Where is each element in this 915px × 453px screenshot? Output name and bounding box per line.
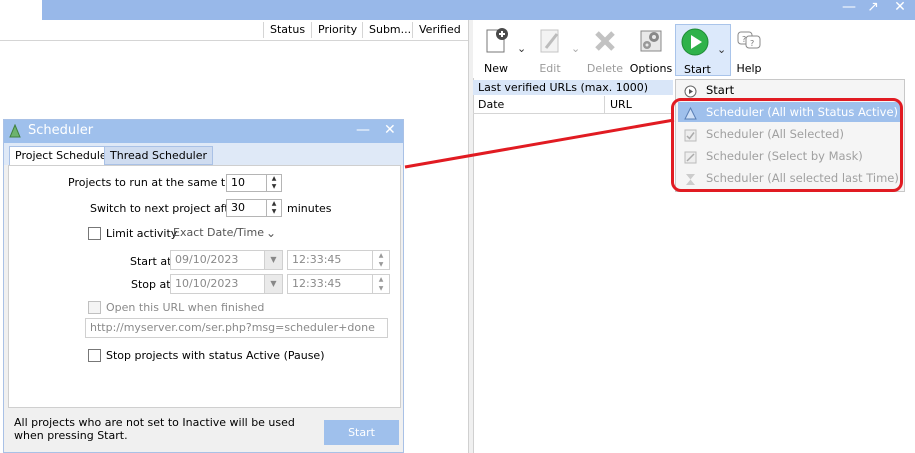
column-priority[interactable]: Priority [311, 22, 362, 38]
new-document-icon [481, 26, 511, 56]
open-url-input[interactable]: http://myserver.com/ser.php?msg=schedule… [85, 318, 388, 338]
menu-item-start[interactable]: Start [678, 80, 900, 100]
projects-same-time-value: 10 [231, 176, 245, 189]
start-play-icon [680, 27, 710, 57]
scheduler-footer-note: All projects who are not set to Inactive… [14, 416, 295, 442]
stop-projects-checkbox[interactable] [88, 349, 101, 362]
start-at-time-value: 12:33:45 [292, 253, 342, 266]
annotation-line [404, 118, 675, 169]
stop-at-date-value: 10/10/2023 [175, 277, 239, 290]
start-button[interactable]: ⌄ Start [675, 24, 731, 76]
projects-same-time-spinner[interactable]: 10 ▲ ▼ [226, 174, 282, 192]
stop-projects-label: Stop projects with status Active (Pause) [106, 349, 325, 362]
scheduler-titlebar[interactable]: Scheduler — ✕ [4, 120, 403, 143]
start-dropdown-icon[interactable]: ⌄ [717, 43, 726, 56]
start-at-date-value: 09/10/2023 [175, 253, 239, 266]
start-at-label: Start at [130, 255, 172, 268]
switch-next-label: Switch to next project after [90, 202, 240, 215]
column-url[interactable]: URL [604, 96, 632, 113]
switch-next-spinner[interactable]: 30 ▲ ▼ [226, 199, 282, 217]
column-submitted[interactable]: Subm... [362, 22, 412, 38]
column-status[interactable]: Status [263, 22, 311, 38]
scheduler-close-icon[interactable]: ✕ [384, 122, 396, 138]
main-titlebar [42, 0, 915, 20]
tab-thread-scheduler[interactable]: Thread Scheduler [104, 146, 214, 165]
chevron-down-icon: ⌄ [266, 226, 277, 240]
scheduler-minimize-icon[interactable]: — [356, 122, 370, 138]
calendar-dropdown-icon[interactable]: ▼ [264, 275, 282, 293]
options-gear-icon [636, 26, 666, 56]
stop-at-label: Stop at [131, 278, 171, 291]
close-icon[interactable]: ✕ [889, 0, 911, 16]
delete-button[interactable]: Delete [583, 24, 627, 76]
edit-button[interactable]: ⌄ Edit [528, 24, 580, 76]
delete-label: Delete [586, 62, 624, 75]
new-label: New [484, 62, 508, 75]
projects-same-time-label: Projects to run at the same time [68, 176, 246, 189]
menu-item-label: Start [706, 83, 735, 97]
edit-dropdown-icon[interactable]: ⌄ [571, 42, 580, 55]
limit-activity-mode-value: Exact Date/Time [173, 226, 264, 239]
scheduler-start-button[interactable]: Start [324, 420, 399, 445]
start-at-time-field[interactable]: 12:33:45 ▲ ▼ [287, 250, 390, 270]
scheduler-app-icon [8, 123, 22, 141]
column-date[interactable]: Date [478, 96, 504, 113]
svg-text:?: ? [742, 35, 746, 44]
stop-at-time-value: 12:33:45 [292, 277, 342, 290]
help-label: Help [736, 62, 762, 75]
options-label: Options [629, 62, 673, 75]
open-url-checkbox[interactable] [88, 301, 101, 314]
help-bubble-icon: ? ? [734, 26, 764, 56]
help-button[interactable]: ? ? Help [727, 24, 771, 76]
calendar-dropdown-icon[interactable]: ▼ [264, 251, 282, 269]
svg-text:?: ? [750, 39, 754, 48]
open-url-value: http://myserver.com/ser.php?msg=schedule… [90, 321, 375, 334]
time-spinner-icon[interactable]: ▲ ▼ [372, 251, 389, 269]
verified-pane-title: Last verified URLs (max. 1000) [473, 80, 673, 95]
limit-activity-mode-select[interactable]: Exact Date/Time ⌄ [170, 223, 283, 243]
open-url-label: Open this URL when finished [106, 301, 265, 314]
edit-icon [535, 26, 565, 56]
minimize-icon[interactable]: — [838, 0, 860, 16]
start-at-date-field[interactable]: 09/10/2023 ▼ [170, 250, 283, 270]
switch-next-value: 30 [231, 201, 245, 214]
scheduler-title: Scheduler [28, 123, 94, 138]
spinner-arrows-icon[interactable]: ▲ ▼ [266, 175, 281, 191]
edit-label: Edit [539, 62, 561, 75]
stop-at-time-field[interactable]: 12:33:45 ▲ ▼ [287, 274, 390, 294]
new-button[interactable]: ⌄ New [474, 24, 526, 76]
annotation-highlight-box [671, 98, 903, 192]
limit-activity-checkbox[interactable] [88, 227, 101, 240]
delete-x-icon [590, 26, 620, 56]
switch-next-unit: minutes [287, 202, 332, 215]
tab-project-scheduler[interactable]: Project Scheduler [9, 146, 118, 165]
column-verified[interactable]: Verified [412, 22, 468, 38]
options-button[interactable]: Options [629, 24, 673, 76]
time-spinner-icon[interactable]: ▲ ▼ [372, 275, 389, 293]
limit-activity-label: Limit activity [106, 227, 178, 240]
verified-pane-header: Date URL [473, 96, 673, 114]
new-dropdown-icon[interactable]: ⌄ [517, 42, 526, 55]
spinner-arrows-icon[interactable]: ▲ ▼ [266, 200, 281, 216]
play-circle-icon [684, 84, 697, 98]
start-label: Start [684, 63, 711, 76]
maximize-icon[interactable]: ↗ [862, 0, 884, 16]
stop-at-date-field[interactable]: 10/10/2023 ▼ [170, 274, 283, 294]
